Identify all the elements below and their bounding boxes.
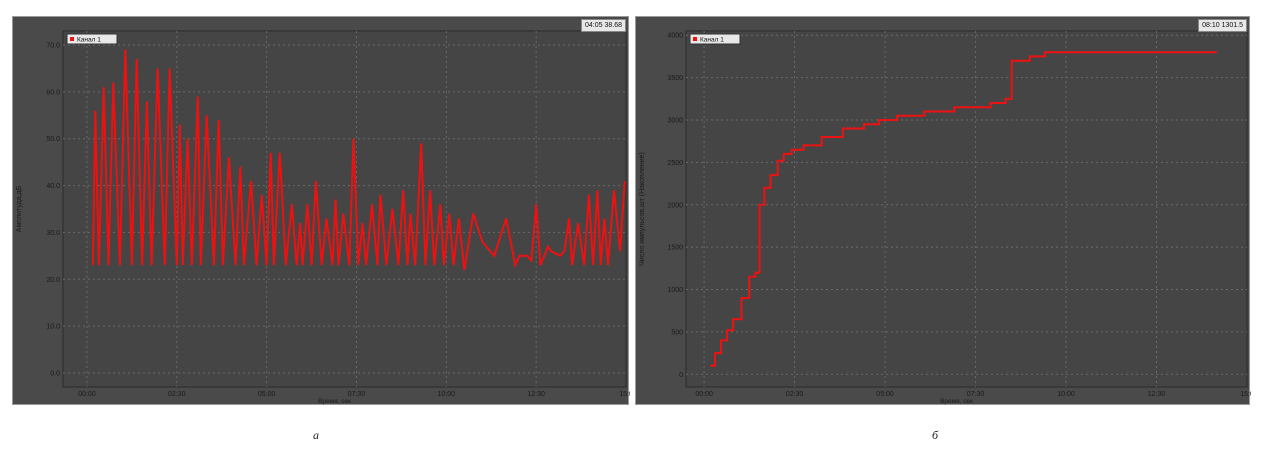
plot-area	[62, 30, 627, 388]
x-tick-label: 10:00	[438, 391, 456, 398]
legend: Канал 1	[689, 33, 741, 45]
x-tick-label: 15:0	[1240, 391, 1251, 398]
y-tick-label: 30.0	[46, 230, 60, 237]
pulse-count-chart: 00:00 02:30 05:00 07:30 10:00 12:30 15:0 0 500 10…	[639, 30, 1251, 405]
y-tick-label: 10.0	[46, 324, 60, 331]
y-tick-label: 40.0	[46, 183, 60, 190]
x-tick-label: 12:30	[1148, 391, 1166, 398]
x-tick-label: 07:30	[967, 391, 985, 398]
cursor-readout-a: 04:05 38.68	[581, 19, 626, 32]
y-tick-label: 2500	[667, 160, 683, 167]
cursor-readout-b: 08:10 1301.5	[1198, 19, 1247, 32]
x-tick-label: 00:00	[78, 391, 96, 398]
caption-b: б	[932, 428, 939, 442]
chart-panel-pulse-count: 00:00 02:30 05:00 07:30 10:00 12:30 15:0 0 500 10…	[635, 16, 1251, 405]
y-axis-label: Число импульсов,шт (Накопление)	[639, 152, 646, 266]
x-tick-label: 07:30	[348, 391, 366, 398]
legend: Канал 1	[66, 33, 118, 45]
caption-a: а	[313, 428, 319, 442]
x-tick-label: 05:00	[876, 391, 894, 398]
y-tick-label: 1000	[667, 287, 683, 294]
chart-panel-amplitude: 00:00 02:30 05:00 07:30 10:00 12:30 15:0 0.0 10.…	[12, 16, 630, 405]
legend-swatch	[70, 37, 74, 41]
y-axis-label: Амплитуда,дБ	[16, 185, 23, 232]
y-tick-label: 3500	[667, 75, 683, 82]
x-tick-label: 10:00	[1057, 391, 1075, 398]
plot-area	[685, 30, 1248, 388]
legend-label: Канал 1	[700, 37, 724, 44]
x-tick-label: 15:0	[619, 391, 630, 398]
x-axis-label: Время, сек	[940, 398, 973, 405]
y-tick-label: 1500	[667, 245, 683, 252]
y-tick-label: 60.0	[46, 89, 60, 96]
y-tick-label: 0.0	[50, 370, 60, 377]
amplitude-chart: 00:00 02:30 05:00 07:30 10:00 12:30 15:0 0.0 10.…	[16, 30, 630, 405]
y-tick-label: 4000	[667, 33, 683, 40]
x-tick-label: 12:30	[527, 391, 545, 398]
y-tick-label: 500	[671, 329, 683, 336]
y-tick-label: 20.0	[46, 277, 60, 284]
x-tick-label: 00:00	[695, 391, 713, 398]
x-tick-label: 02:30	[168, 391, 186, 398]
x-tick-label: 05:00	[258, 391, 276, 398]
x-tick-label: 02:30	[786, 391, 804, 398]
y-tick-label: 2000	[667, 202, 683, 209]
x-axis-label: Время, сек	[318, 398, 351, 405]
y-tick-label: 70.0	[46, 43, 60, 50]
y-tick-label: 0	[679, 372, 683, 379]
legend-label: Канал 1	[77, 37, 101, 44]
y-tick-label: 3000	[667, 118, 683, 125]
legend-swatch	[693, 37, 697, 41]
y-tick-label: 50.0	[46, 136, 60, 143]
